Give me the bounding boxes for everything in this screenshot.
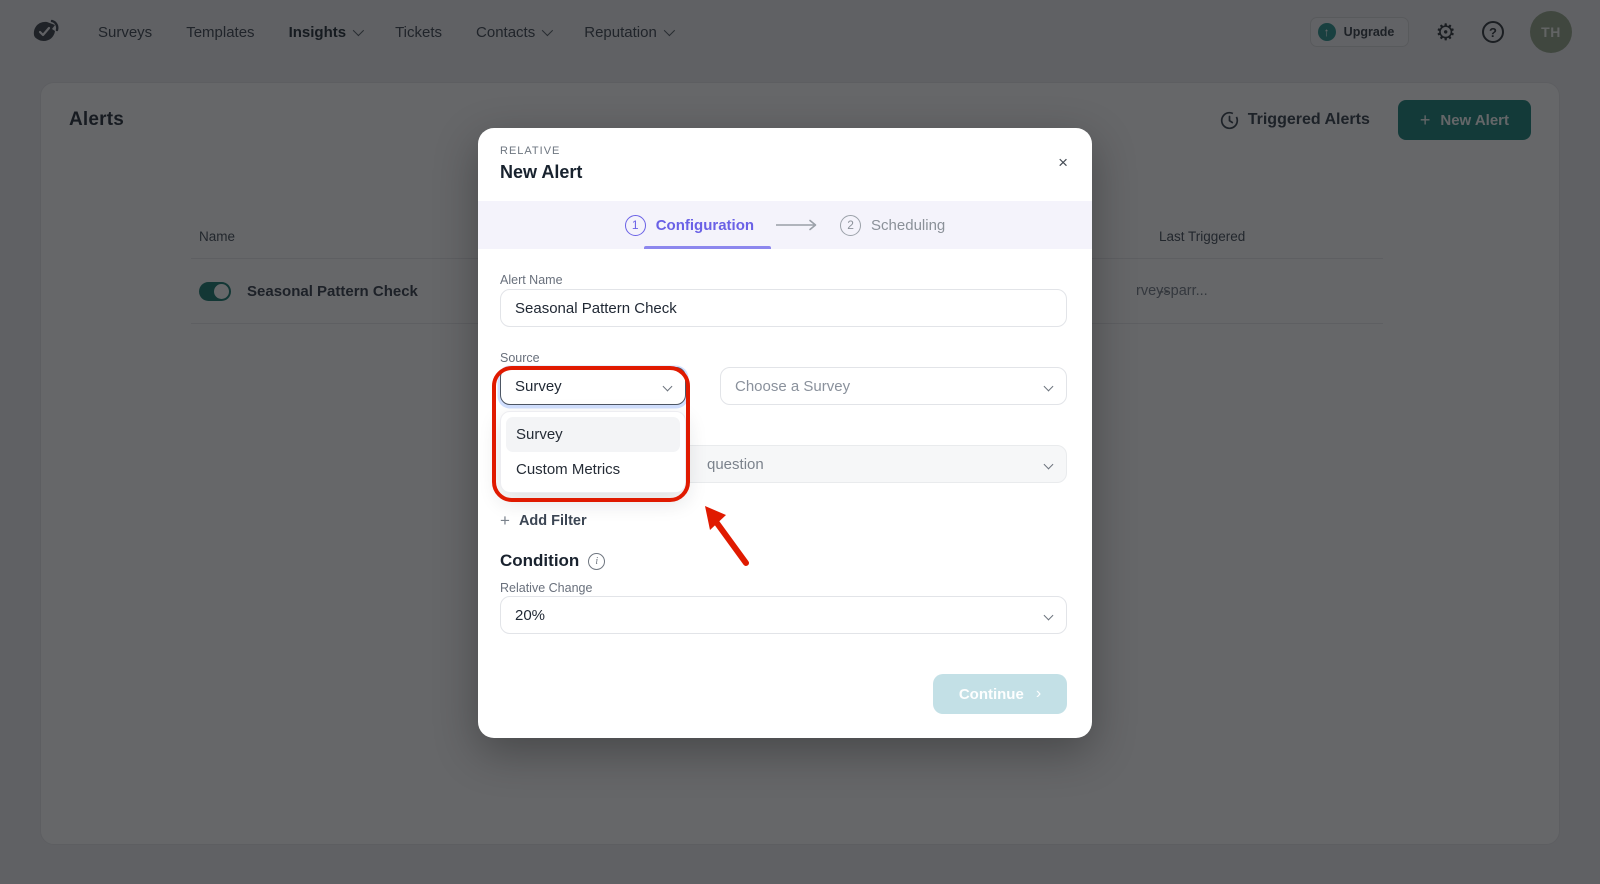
relative-change-value: 20% [515, 607, 545, 624]
source-dropdown-menu: Survey Custom Metrics [500, 411, 686, 493]
modal-eyebrow: RELATIVE [500, 145, 560, 157]
info-icon[interactable]: i [588, 553, 605, 570]
close-icon[interactable]: × [1058, 154, 1068, 171]
relative-change-label: Relative Change [500, 581, 592, 595]
wizard-stepper: 1 Configuration 2 Scheduling [478, 201, 1092, 249]
condition-label: Condition [500, 551, 579, 571]
alert-name-label: Alert Name [500, 273, 563, 287]
add-filter-button[interactable]: + Add Filter [500, 511, 587, 531]
continue-button[interactable]: Continue › [933, 674, 1067, 714]
step-label: Configuration [656, 217, 754, 234]
condition-section-header: Condition i [500, 551, 605, 571]
survey-placeholder: Choose a Survey [735, 378, 850, 395]
alert-name-value: Seasonal Pattern Check [515, 300, 677, 317]
continue-label: Continue [959, 686, 1024, 703]
step-label: Scheduling [871, 217, 945, 234]
arrow-right-icon [774, 219, 820, 231]
source-select[interactable]: Survey [500, 367, 686, 405]
question-placeholder: question [707, 456, 764, 473]
add-filter-label: Add Filter [519, 513, 587, 529]
chevron-right-icon: › [1036, 685, 1041, 703]
step-configuration[interactable]: 1 Configuration [625, 215, 754, 236]
plus-icon: + [500, 511, 510, 531]
chevron-down-icon [1044, 459, 1054, 469]
chevron-down-icon [1044, 381, 1054, 391]
survey-select[interactable]: Choose a Survey [720, 367, 1067, 405]
annotation-arrow-icon [688, 493, 768, 573]
step-number: 2 [840, 215, 861, 236]
chevron-down-icon [663, 381, 673, 391]
relative-change-select[interactable]: 20% [500, 596, 1067, 634]
source-value: Survey [515, 378, 562, 395]
modal-title: New Alert [500, 162, 582, 183]
dropdown-option-custom-metrics[interactable]: Custom Metrics [506, 452, 680, 487]
active-step-underline [644, 246, 771, 249]
chevron-down-icon [1044, 610, 1054, 620]
alert-name-input[interactable]: Seasonal Pattern Check [500, 289, 1067, 327]
new-alert-modal: RELATIVE New Alert × 1 Configuration 2 S… [478, 128, 1092, 738]
step-scheduling[interactable]: 2 Scheduling [840, 215, 945, 236]
step-number: 1 [625, 215, 646, 236]
source-label: Source [500, 351, 540, 365]
dropdown-option-survey[interactable]: Survey [506, 417, 680, 452]
